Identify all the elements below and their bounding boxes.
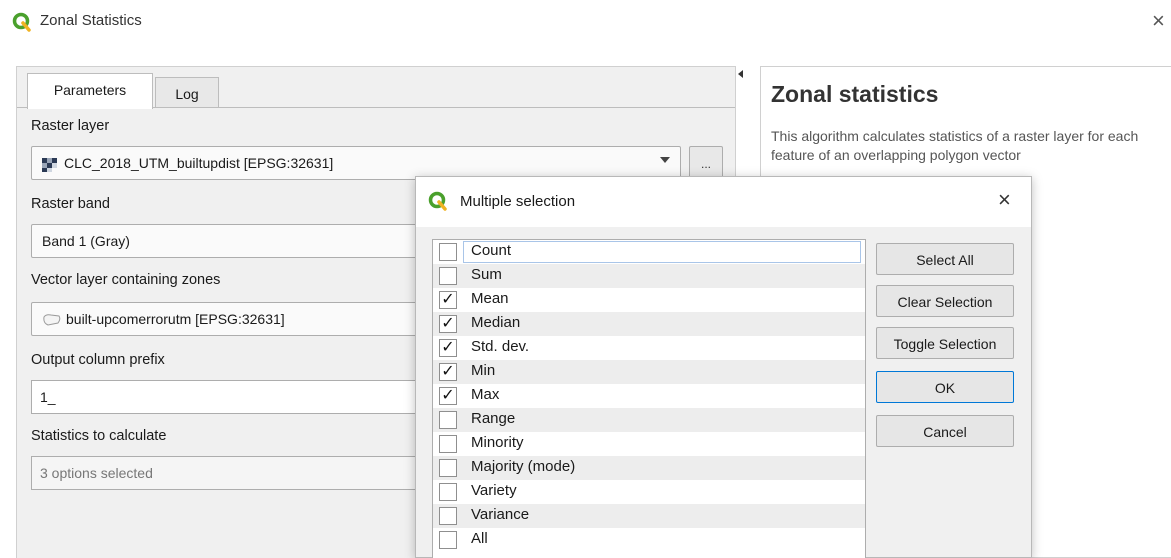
dialog-titlebar: Multiple selection × bbox=[416, 177, 1031, 227]
checkbox[interactable]: ✓ bbox=[439, 363, 457, 381]
collapse-help-icon[interactable] bbox=[738, 70, 743, 78]
raster-layer-combo[interactable]: CLC_2018_UTM_builtupdist [EPSG:32631] bbox=[31, 146, 681, 180]
list-item[interactable]: Majority (mode) bbox=[433, 456, 865, 480]
tab-log[interactable]: Log bbox=[155, 77, 219, 107]
list-item[interactable]: Sum bbox=[433, 264, 865, 288]
help-title: Zonal statistics bbox=[771, 81, 939, 107]
chevron-down-icon bbox=[660, 157, 670, 163]
window-title: Zonal Statistics bbox=[40, 12, 142, 29]
raster-layer-label: Raster layer bbox=[31, 118, 110, 134]
tab-parameters[interactable]: Parameters bbox=[27, 73, 153, 109]
list-item[interactable]: Minority bbox=[433, 432, 865, 456]
toggle-selection-button[interactable]: Toggle Selection bbox=[876, 327, 1014, 359]
checkbox[interactable]: ✓ bbox=[439, 387, 457, 405]
ok-button[interactable]: OK bbox=[876, 371, 1014, 403]
list-item[interactable]: Range bbox=[433, 408, 865, 432]
list-item-label: Count bbox=[471, 242, 512, 259]
help-text: This algorithm calculates statistics of … bbox=[771, 128, 1139, 163]
qgis-logo-icon bbox=[12, 12, 31, 32]
list-item-label: Median bbox=[471, 314, 521, 331]
list-item[interactable]: Variance bbox=[433, 504, 865, 528]
list-item-label: Mean bbox=[471, 290, 509, 307]
list-item[interactable]: All bbox=[433, 528, 865, 552]
checkbox[interactable] bbox=[439, 267, 457, 285]
vector-layer-value: built-upcomerrorutm [EPSG:32631] bbox=[66, 311, 285, 327]
list-item-label: Variance bbox=[471, 506, 530, 523]
checkbox[interactable] bbox=[439, 507, 457, 525]
list-item[interactable]: Count bbox=[433, 240, 865, 264]
output-prefix-label: Output column prefix bbox=[31, 352, 165, 368]
list-item-label: Variety bbox=[471, 482, 517, 499]
multiple-selection-dialog: Multiple selection × Count Sum ✓ Mean ✓ Media… bbox=[415, 176, 1032, 558]
statistics-option-list[interactable]: Count Sum ✓ Mean ✓ Median ✓ Std. dev. ✓ Min ✓ Max Ra… bbox=[432, 239, 866, 558]
vector-layer-label: Vector layer containing zones bbox=[31, 272, 221, 288]
list-item-label: All bbox=[471, 530, 488, 547]
window-titlebar: Zonal Statistics × bbox=[0, 0, 1171, 44]
raster-band-value: Band 1 (Gray) bbox=[42, 233, 130, 249]
list-item-label: Range bbox=[471, 410, 516, 427]
list-item-label: Sum bbox=[471, 266, 502, 283]
dialog-title: Multiple selection bbox=[460, 193, 576, 210]
checkbox[interactable] bbox=[439, 243, 457, 261]
list-item-label: Std. dev. bbox=[471, 338, 530, 355]
list-item[interactable]: ✓ Min bbox=[433, 360, 865, 384]
checkbox[interactable]: ✓ bbox=[439, 315, 457, 333]
list-item-label: Minority bbox=[471, 434, 524, 451]
browse-button[interactable]: ... bbox=[689, 146, 723, 180]
checkbox[interactable] bbox=[439, 435, 457, 453]
dialog-close-icon[interactable]: × bbox=[998, 189, 1011, 211]
checkbox[interactable] bbox=[439, 531, 457, 549]
raster-band-label: Raster band bbox=[31, 196, 110, 212]
checkbox[interactable] bbox=[439, 459, 457, 477]
focus-outline bbox=[463, 241, 861, 263]
select-all-button[interactable]: Select All bbox=[876, 243, 1014, 275]
checkbox[interactable] bbox=[439, 411, 457, 429]
statistics-value: 3 options selected bbox=[40, 465, 153, 481]
output-prefix-value: 1_ bbox=[40, 389, 56, 405]
list-item[interactable]: ✓ Mean bbox=[433, 288, 865, 312]
checkbox[interactable] bbox=[439, 483, 457, 501]
list-item-label: Min bbox=[471, 362, 496, 379]
list-item-label: Max bbox=[471, 386, 500, 403]
list-item[interactable]: ✓ Max bbox=[433, 384, 865, 408]
raster-layer-value: CLC_2018_UTM_builtupdist [EPSG:32631] bbox=[64, 155, 334, 171]
statistics-label: Statistics to calculate bbox=[31, 428, 167, 444]
list-item-label: Majority (mode) bbox=[471, 458, 576, 475]
qgis-logo-icon bbox=[428, 191, 447, 211]
list-item[interactable]: Variety bbox=[433, 480, 865, 504]
window-close-icon[interactable]: × bbox=[1152, 10, 1165, 32]
clear-selection-button[interactable]: Clear Selection bbox=[876, 285, 1014, 317]
checkbox[interactable]: ✓ bbox=[439, 291, 457, 309]
list-item[interactable]: ✓ Median bbox=[433, 312, 865, 336]
checkbox[interactable]: ✓ bbox=[439, 339, 457, 357]
polygon-layer-icon bbox=[43, 314, 61, 326]
cancel-button[interactable]: Cancel bbox=[876, 415, 1014, 447]
raster-layer-icon bbox=[42, 158, 57, 172]
dialog-body: Count Sum ✓ Mean ✓ Median ✓ Std. dev. ✓ Min ✓ Max Ra… bbox=[416, 227, 1031, 558]
list-item[interactable]: ✓ Std. dev. bbox=[433, 336, 865, 360]
